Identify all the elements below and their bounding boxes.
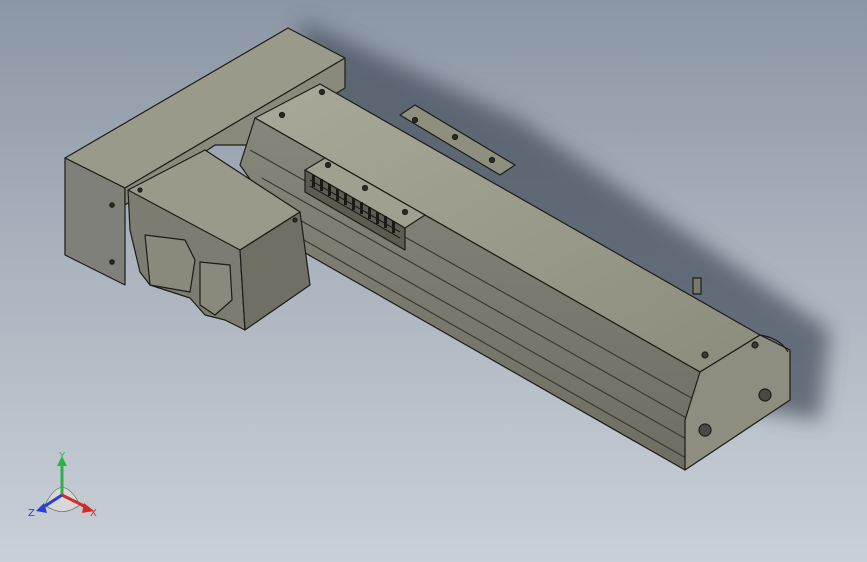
- end-cap-hole: [758, 388, 772, 402]
- z-axis-label: Z: [28, 508, 35, 519]
- orientation-triad[interactable]: Y X Z: [28, 451, 97, 519]
- screw-hole: [701, 351, 709, 359]
- y-axis-label: Y: [58, 451, 66, 462]
- linear-actuator-model[interactable]: Y X Z: [0, 0, 867, 562]
- end-cap-hole: [698, 423, 712, 437]
- cad-viewport[interactable]: Y X Z: [0, 0, 867, 562]
- sensor-post: [692, 277, 702, 295]
- screw-hole: [109, 202, 115, 208]
- screw-hole: [109, 259, 115, 265]
- screw-hole: [751, 341, 759, 349]
- x-axis-label: X: [90, 508, 97, 519]
